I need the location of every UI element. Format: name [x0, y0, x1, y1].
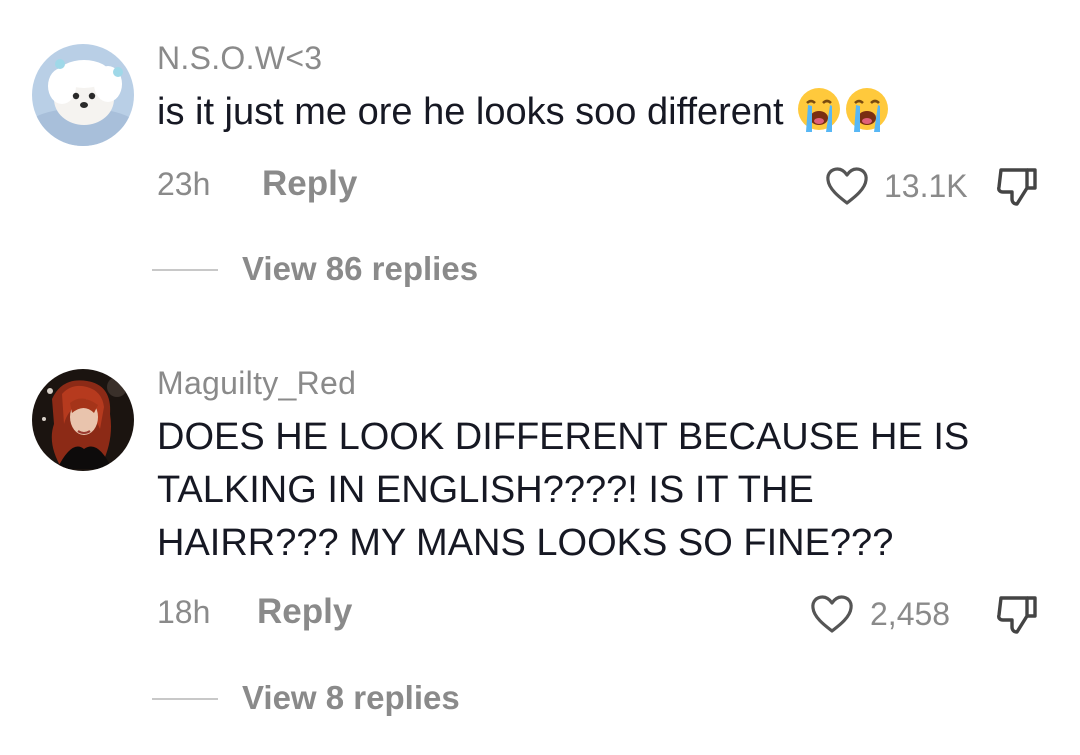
comment-text-body: is it just me ore he looks soo different — [157, 91, 784, 133]
reply-button[interactable]: Reply — [257, 592, 352, 632]
comment-username[interactable]: Maguilty_Red — [157, 365, 356, 402]
comment-text-line: DOES HE LOOK DIFFERENT BECAUSE HE IS — [157, 416, 970, 458]
thumbs-down-icon[interactable] — [995, 594, 1039, 641]
comment-item: Maguilty_Red DOES HE LOOK DIFFERENT BECA… — [0, 345, 1080, 755]
avatar[interactable] — [32, 44, 134, 146]
comment-text: is it just me ore he looks soo different — [157, 86, 1057, 147]
comment-text-line: TALKING IN ENGLISH????! IS IT THE — [157, 469, 814, 511]
loudly-crying-face-emoji-icon — [796, 86, 842, 147]
comment-meta-row: 23h Reply 13.1K — [157, 160, 1080, 210]
comment-timestamp: 23h — [157, 166, 211, 202]
view-replies-button[interactable]: View 86 replies — [242, 250, 478, 288]
view-replies-button[interactable]: View 8 replies — [242, 679, 460, 717]
reply-button[interactable]: Reply — [262, 164, 357, 204]
comment-meta-row: 18h Reply 2,458 — [157, 588, 1080, 638]
comment-username[interactable]: N.S.O.W<3 — [157, 40, 322, 77]
loudly-crying-face-emoji-icon — [844, 86, 890, 147]
heart-outline-icon[interactable] — [810, 594, 854, 639]
thumbs-down-icon[interactable] — [995, 166, 1039, 213]
comment-item: N.S.O.W<3 is it just me ore he looks soo… — [0, 0, 1080, 330]
replies-divider — [152, 269, 218, 271]
comment-timestamp: 18h — [157, 594, 211, 630]
like-count: 13.1K — [884, 168, 968, 204]
replies-divider — [152, 698, 218, 700]
avatar[interactable] — [32, 369, 134, 471]
heart-outline-icon[interactable] — [825, 166, 869, 211]
comment-text-line: HAIRR??? MY MANS LOOKS SO FINE??? — [157, 522, 894, 564]
comment-text: DOES HE LOOK DIFFERENT BECAUSE HE IS TAL… — [157, 411, 1037, 570]
like-count: 2,458 — [870, 596, 951, 632]
